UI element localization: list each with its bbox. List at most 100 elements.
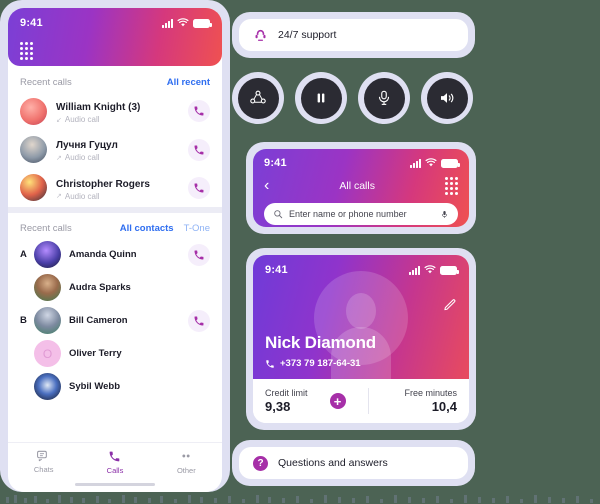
- support-bar-frame: 24/7 support: [232, 12, 475, 58]
- contact-list-item[interactable]: Audra Sparks: [8, 271, 222, 304]
- phone-call-icon[interactable]: [188, 138, 210, 161]
- tab-chats[interactable]: Chats: [8, 450, 79, 475]
- contact-list-item[interactable]: Sybil Webb: [8, 370, 222, 403]
- call-item-sub: ↗ Audio call: [56, 192, 179, 202]
- add-participant-button[interactable]: [232, 72, 284, 124]
- signal-bars-icon: [409, 266, 420, 275]
- contact-list-item[interactable]: A Amanda Quinn: [8, 238, 222, 271]
- avatar: [20, 97, 47, 125]
- all-calls-screen: 9:41 ‹ All calls Enter name or phone num…: [253, 149, 469, 227]
- tab-label: Other: [176, 466, 196, 475]
- dialpad-icon[interactable]: [445, 177, 458, 195]
- call-item-sub: ↗ Audio call: [56, 153, 179, 163]
- tab-other[interactable]: Other: [151, 450, 222, 475]
- pause-call-button[interactable]: [295, 72, 347, 124]
- status-time: 9:41: [265, 264, 288, 276]
- avatar-initial: O: [34, 340, 61, 368]
- credit-limit-block: Credit limit 9,38: [265, 388, 308, 414]
- contact-card: 9:41 Nick Diamond +373 79 187-64-31 Cred…: [253, 255, 469, 423]
- call-list-item[interactable]: Christopher Rogers ↗ Audio call: [8, 169, 222, 207]
- qa-bar-frame: ? Questions and answers: [232, 440, 475, 486]
- support-bar[interactable]: 24/7 support: [239, 19, 468, 51]
- contact-group-letter: A: [20, 249, 27, 261]
- avatar: [34, 274, 61, 302]
- avatar: [20, 174, 47, 202]
- phone-call-icon[interactable]: [188, 100, 210, 123]
- support-bar-label: 24/7 support: [278, 29, 337, 41]
- all-calls-frame: 9:41 ‹ All calls Enter name or phone num…: [246, 142, 476, 234]
- status-time: 9:41: [264, 157, 287, 169]
- qa-bar-label: Questions and answers: [278, 457, 388, 469]
- phone-call-icon[interactable]: [188, 309, 210, 332]
- status-bar: 9:41: [264, 157, 460, 169]
- contact-name: Amanda Quinn: [69, 249, 137, 261]
- phone-handset-icon: [266, 359, 274, 368]
- call-list-item[interactable]: William Knight (3) ↙ Audio call: [8, 92, 222, 130]
- question-mark-icon: ?: [253, 455, 268, 471]
- wifi-icon: [424, 265, 436, 274]
- qa-bar[interactable]: ? Questions and answers: [239, 447, 468, 479]
- tab-calls[interactable]: Calls: [79, 450, 150, 475]
- contacts-title: Recent calls: [20, 223, 72, 235]
- left-phone-screen: 9:41 Recent calls All recent William Kni…: [8, 8, 222, 492]
- free-minutes-value: 10,4: [431, 399, 457, 414]
- tab-label: Chats: [33, 465, 54, 474]
- contact-name: Audra Sparks: [69, 282, 131, 294]
- search-icon: [274, 210, 283, 219]
- credit-limit-value: 9,38: [265, 399, 291, 414]
- phone-call-icon[interactable]: [188, 243, 210, 266]
- add-participant-icon: [250, 90, 266, 104]
- call-item-subtext: Audio call: [64, 115, 100, 124]
- recent-calls-header: Recent calls All recent: [8, 66, 222, 92]
- status-icon-group: [162, 18, 212, 28]
- credit-limit-label: Credit limit: [265, 388, 308, 398]
- contact-list-item[interactable]: B Bill Cameron: [8, 304, 222, 337]
- t-one-link[interactable]: T-One: [184, 223, 210, 234]
- microphone-icon[interactable]: [440, 209, 449, 220]
- chats-icon: [36, 450, 47, 462]
- tab-label: Calls: [106, 466, 124, 475]
- contact-name: Oliver Terry: [69, 348, 122, 360]
- wifi-icon: [177, 18, 189, 27]
- call-item-meta: Christopher Rogers ↗ Audio call: [56, 174, 179, 202]
- plus-circle-icon[interactable]: +: [329, 393, 346, 409]
- all-recent-link[interactable]: All recent: [167, 77, 210, 88]
- contacts-header-links: All contacts T-One: [120, 223, 210, 234]
- call-direction-icon: ↙: [56, 116, 62, 124]
- phone-call-icon: [110, 451, 120, 462]
- avatar: [34, 241, 61, 269]
- status-icon-group: [410, 158, 460, 168]
- avatar: [20, 136, 47, 164]
- all-calls-navbar: ‹ All calls: [264, 177, 458, 195]
- speaker-button[interactable]: [421, 72, 473, 124]
- call-list-item[interactable]: Лучня Гуцул ↗ Audio call: [8, 130, 222, 168]
- call-item-subtext: Audio call: [64, 153, 100, 163]
- free-minutes-block: Free minutes 10,4: [404, 388, 457, 414]
- home-indicator: [75, 483, 155, 486]
- contact-card-footer: Credit limit 9,38 + Free minutes 10,4: [253, 379, 469, 423]
- battery-icon: [440, 266, 459, 275]
- support-agent-icon: [255, 29, 266, 41]
- microphone-icon: [378, 90, 390, 105]
- mute-microphone-button[interactable]: [358, 72, 410, 124]
- call-item-name: Лучня Гуцул: [56, 140, 118, 152]
- call-item-name: William Knight (3): [56, 102, 141, 113]
- call-item-meta: Лучня Гуцул ↗ Audio call: [56, 135, 179, 163]
- contact-list-item[interactable]: O Oliver Terry: [8, 337, 222, 370]
- phone-call-icon[interactable]: [188, 176, 210, 199]
- bottom-tab-bar: Chats Calls Other: [8, 442, 222, 479]
- avatar: [34, 373, 61, 401]
- dialpad-icon[interactable]: [20, 42, 210, 60]
- pencil-edit-icon[interactable]: [443, 297, 457, 311]
- all-contacts-link[interactable]: All contacts: [120, 223, 174, 234]
- call-item-sub: ↙ Audio call: [56, 115, 179, 125]
- wifi-icon: [425, 158, 437, 167]
- battery-icon: [441, 159, 460, 168]
- contact-name: Sybil Webb: [69, 381, 121, 393]
- search-input[interactable]: Enter name or phone number: [264, 203, 458, 225]
- phone-hero-header: 9:41: [8, 8, 222, 66]
- contact-group-letter: B: [20, 315, 27, 327]
- call-item-name: Christopher Rogers: [56, 178, 150, 190]
- contact-card-frame: 9:41 Nick Diamond +373 79 187-64-31 Cred…: [246, 248, 476, 430]
- battery-icon: [193, 19, 212, 28]
